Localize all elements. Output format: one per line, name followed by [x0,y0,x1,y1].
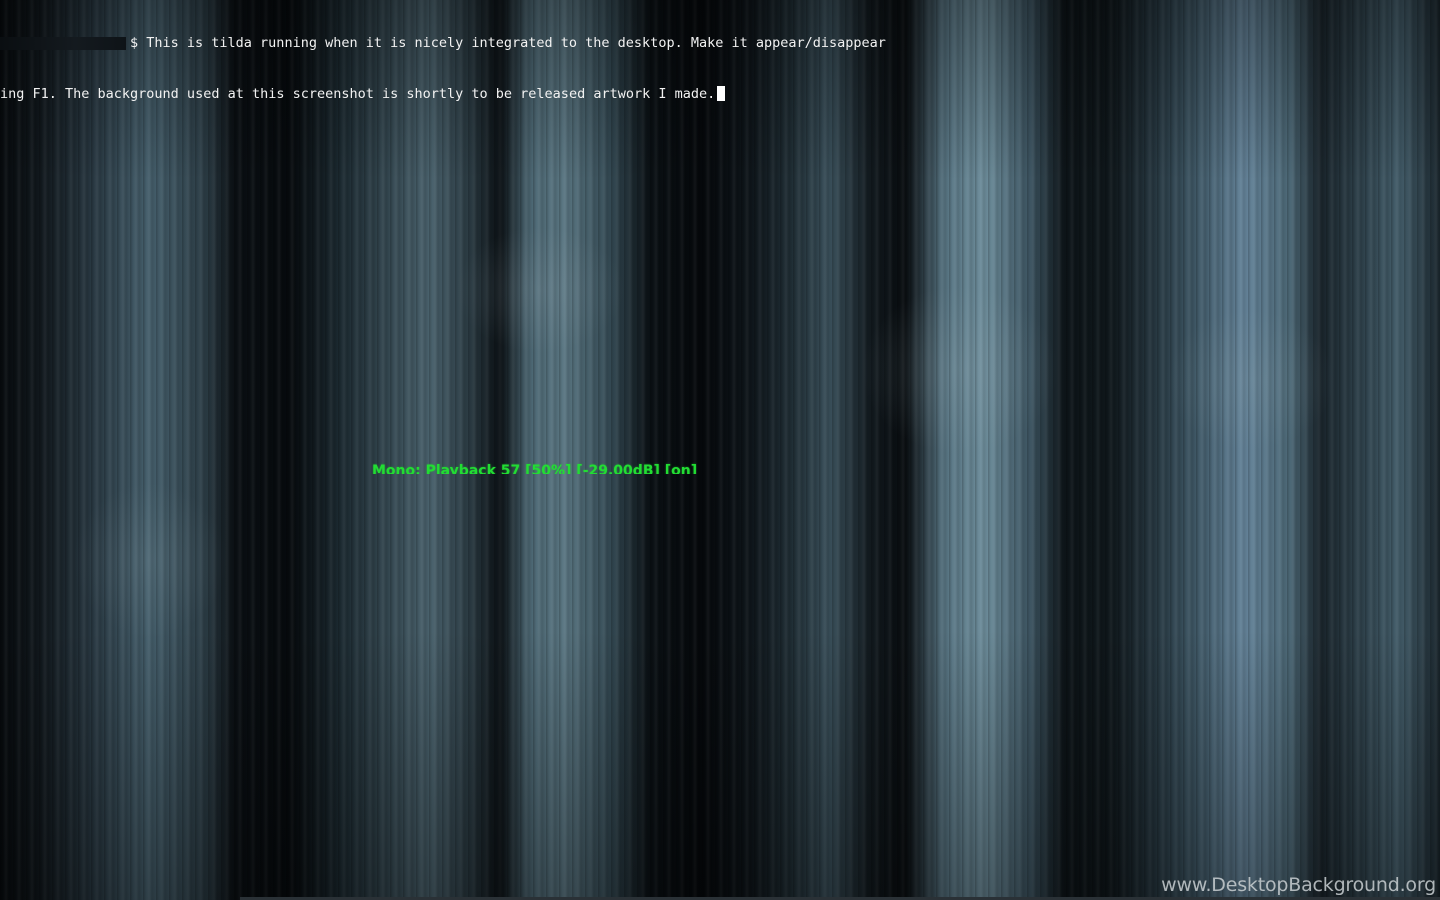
redacted-prompt-user [0,36,126,50]
terminal-line-2-text: ing F1. The background used at this scre… [0,86,716,102]
tilda-terminal[interactable]: $ This is tilda running when it is nicel… [0,0,1440,137]
desktop-wallpaper: $ This is tilda running when it is nicel… [0,0,1440,900]
watermark: www.DesktopBackground.org [1161,874,1436,896]
terminal-line-1: $ This is tilda running when it is nicel… [0,35,1440,52]
prompt-symbol: $ [130,35,139,51]
terminal-cursor [717,86,726,101]
terminal-line-1-text: This is tilda running when it is nicely … [138,35,886,51]
terminal-line-2: ing F1. The background used at this scre… [0,86,1440,103]
volume-osd: Mono: Playback 57 [50%] [-29.00dB] [on] [372,463,698,474]
